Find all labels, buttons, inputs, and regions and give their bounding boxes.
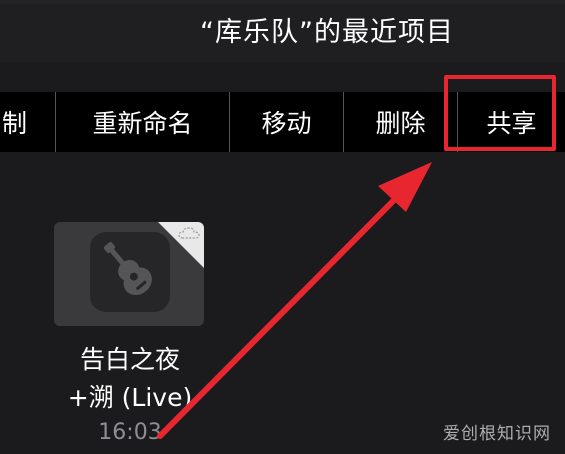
header-bar: “库乐队”的最近项目 xyxy=(0,0,565,62)
menu-item-move[interactable]: 移动 xyxy=(230,92,344,152)
file-name-line2: +溯 (Live) xyxy=(67,383,193,412)
menu-item-copy[interactable]: 制 xyxy=(0,92,56,152)
file-name-line1: 告白之夜 xyxy=(79,345,180,374)
file-time: 16:03 xyxy=(98,420,162,445)
cloud-icon xyxy=(178,227,200,239)
menu-item-rename[interactable]: 重新命名 xyxy=(56,92,230,152)
project-thumbnail[interactable] xyxy=(54,222,204,326)
status-strip xyxy=(0,0,565,4)
screen: “库乐队”的最近项目 制 重新命名 移动 删除 共享 告白之夜 +溯 (Live… xyxy=(0,0,565,454)
menu-item-delete[interactable]: 删除 xyxy=(344,92,458,152)
watermark: 爱创根知识网 xyxy=(443,424,551,444)
page-title: “库乐队”的最近项目 xyxy=(200,17,454,48)
highlight-share-box xyxy=(444,75,556,151)
